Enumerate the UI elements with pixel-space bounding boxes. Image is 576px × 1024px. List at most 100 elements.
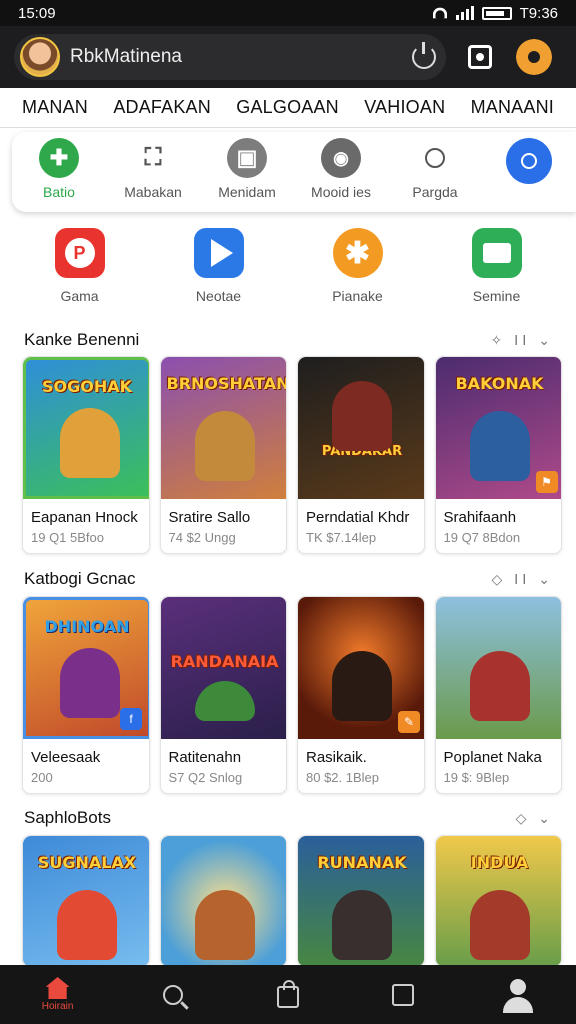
game-name: Poplanet Naka — [443, 749, 542, 766]
app-neotae[interactable]: Neotae — [164, 228, 274, 304]
screen-record-button[interactable] — [460, 37, 500, 77]
game-thumbnail: PANDAKAR — [298, 357, 424, 499]
game-art-title: BRNOSHATAN — [166, 374, 287, 393]
game-thumbnail: ✎ — [298, 597, 424, 739]
play-icon — [193, 228, 244, 278]
section-controls[interactable]: ✧ ⅠⅠ ⌄ — [491, 332, 555, 349]
game-card[interactable] — [159, 835, 287, 967]
nav-library[interactable] — [373, 970, 433, 1020]
quick-actions-card: ✚ Batio ⛶ Mabakan ▣ Menidam ◉ Mooid ies … — [12, 132, 576, 212]
game-card[interactable]: ✎ Rasikaik. 80 $2. 1Blep — [297, 596, 425, 794]
screen-record-icon — [468, 45, 492, 69]
game-card[interactable]: RANDANAIA Ratitenahn S7 Q2 Snlog — [159, 596, 287, 794]
game-row: DHINOAN f Veleesaak 200 RANDANAIA Ratite… — [22, 596, 562, 794]
settings-button[interactable] — [514, 37, 554, 77]
nav-profile[interactable] — [488, 970, 548, 1020]
game-character — [57, 890, 117, 960]
game-name: Srahifaanh — [443, 509, 517, 526]
game-thumbnail: SOGOHAK — [23, 357, 149, 499]
game-meta: S7 Q2 Snlog — [168, 770, 243, 785]
game-thumbnail: BAKONAK ⚑ — [435, 357, 562, 499]
tv-icon: ▣ — [227, 138, 267, 178]
game-card[interactable]: RUNANAK — [297, 835, 425, 967]
game-character — [469, 890, 530, 960]
nav-home[interactable]: Hoirain — [28, 970, 88, 1020]
section-controls[interactable]: ◇ ⅠⅠ ⌄ — [491, 571, 554, 588]
avatar[interactable] — [20, 37, 60, 77]
game-character — [194, 411, 255, 481]
quick-action-batio[interactable]: ✚ Batio — [12, 138, 106, 200]
section-title: Kanke Benenni — [24, 330, 140, 349]
top-tabs: MANAN ADAFAKAN GALGOAAN VAHIOAN MANAANI — [0, 88, 576, 128]
game-name: Veleesaak — [31, 749, 101, 766]
game-name: Ratitenahn — [168, 749, 242, 766]
quick-action-label: Menidam — [218, 184, 276, 200]
game-thumbnail: BRNOSHATAN — [160, 357, 287, 499]
app-gama[interactable]: P Gama — [25, 228, 135, 304]
home-icon — [45, 977, 70, 999]
game-meta: 200 — [31, 770, 53, 785]
nav-search[interactable] — [143, 970, 203, 1020]
status-icons: T9:36 — [432, 5, 558, 22]
game-name: Sratire Sallo — [168, 509, 251, 526]
game-meta: 19 Q7 8Bdon — [443, 530, 521, 545]
plus-icon: ✚ — [39, 138, 79, 178]
game-character — [469, 651, 530, 721]
quick-action-mabakan[interactable]: ⛶ Mabakan — [106, 138, 200, 200]
app-label: Gama — [60, 288, 99, 304]
game-name: Perndatial Khdr — [306, 509, 410, 526]
game-row: SOGOHAK Eapanan Hnock 19 Q1 5Bfoo BRNOSH… — [22, 356, 562, 554]
game-meta: TK $7.14lep — [306, 530, 377, 545]
app-header: RbkMatinena — [0, 26, 576, 88]
app-pianake[interactable]: ✱ Pianake — [303, 228, 413, 304]
game-character — [332, 890, 392, 960]
tab-3[interactable]: GALGOAAN — [236, 97, 339, 118]
game-thumbnail — [160, 836, 287, 966]
section-title: Katbogi Gcnac — [24, 569, 136, 588]
game-character — [60, 648, 120, 718]
section-controls[interactable]: ◇ ⌄ — [516, 810, 554, 827]
location-pin-icon — [506, 138, 552, 184]
app-label: Semine — [472, 288, 521, 304]
badge-icon: ✎ — [398, 711, 420, 733]
app-label: Pianake — [332, 288, 383, 304]
bottom-nav: Hoirain — [0, 965, 576, 1024]
quick-action-menidam[interactable]: ▣ Menidam — [200, 138, 294, 200]
game-card[interactable]: INDUA — [434, 835, 562, 967]
game-thumbnail: RUNANAK — [298, 836, 424, 966]
quick-action-mooid[interactable]: ◉ Mooid ies — [294, 138, 388, 200]
app-semine[interactable]: Semine — [442, 228, 552, 304]
quick-action-pargda[interactable]: Pargda — [388, 138, 482, 200]
user-icon — [500, 977, 536, 1013]
game-character — [469, 411, 530, 481]
game-thumbnail: DHINOAN f — [23, 597, 149, 739]
game-art-title: SUGNALAX — [37, 853, 137, 872]
power-icon[interactable] — [412, 42, 436, 69]
pinterest-icon: P — [54, 228, 105, 278]
quick-action-label: Pargda — [412, 184, 458, 200]
library-icon — [392, 983, 415, 1006]
game-character — [60, 408, 120, 478]
search-icon — [415, 138, 455, 178]
game-art-title: BAKONAK — [455, 374, 544, 393]
game-card[interactable]: PANDAKAR Perndatial Khdr TK $7.14lep — [297, 356, 425, 554]
tab-5[interactable]: MANAANI — [471, 97, 554, 118]
search-bar[interactable]: RbkMatinena — [14, 34, 446, 80]
quick-action-location[interactable] — [482, 138, 576, 184]
game-card[interactable]: BRNOSHATAN Sratire Sallo 74 $2 Ungg — [159, 356, 287, 554]
game-card[interactable]: SUGNALAX — [22, 835, 150, 967]
quick-action-label: Batio — [43, 184, 75, 200]
game-card[interactable]: DHINOAN f Veleesaak 200 — [22, 596, 150, 794]
section-title: SaphloBots — [24, 808, 111, 827]
tab-2[interactable]: ADAFAKAN — [113, 97, 211, 118]
game-art-title: RANDANAIA — [170, 652, 279, 671]
game-meta: 19 $: 9Blep — [443, 770, 510, 785]
tab-4[interactable]: VAHIOAN — [364, 97, 445, 118]
folder-icon — [471, 228, 522, 278]
game-card[interactable]: SOGOHAK Eapanan Hnock 19 Q1 5Bfoo — [22, 356, 150, 554]
tab-1[interactable]: MANAN — [22, 97, 88, 118]
game-card[interactable]: Poplanet Naka 19 $: 9Blep — [434, 596, 562, 794]
game-card[interactable]: BAKONAK ⚑ Srahifaanh 19 Q7 8Bdon — [434, 356, 562, 554]
search-input[interactable]: RbkMatinena — [70, 46, 402, 68]
nav-store[interactable] — [258, 970, 318, 1020]
